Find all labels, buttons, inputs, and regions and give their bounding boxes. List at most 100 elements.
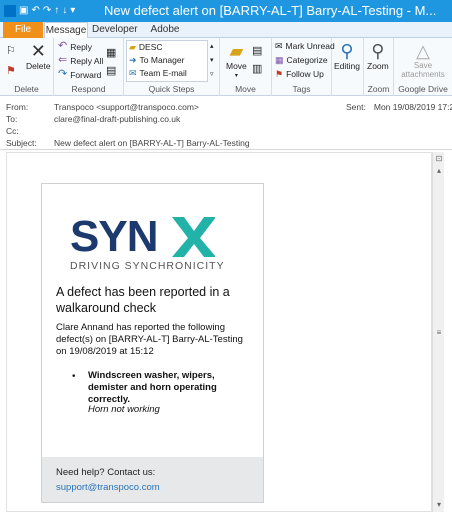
cc-row: Cc: — [6, 126, 54, 136]
reply-button[interactable]: ↶ Reply — [58, 41, 92, 52]
sent-value: Mon 19/08/2019 17:26 — [373, 102, 452, 112]
outlook-app-icon — [4, 5, 16, 17]
move-button[interactable]: ▰ Move ▾ — [226, 42, 247, 79]
vertical-scrollbar[interactable]: ⊡ ▴ ≡ ▾ — [432, 152, 444, 512]
quick-steps-label: Quick Steps — [148, 84, 195, 94]
sent-label: Sent: — [346, 102, 366, 112]
follow-up-label: Follow Up — [286, 69, 324, 79]
move-group-label: Move — [235, 84, 256, 94]
reply-all-icon: ⇐ — [58, 54, 68, 66]
scroll-view-icon[interactable]: ⊡ — [433, 154, 445, 163]
scroll-up-arrow-icon[interactable]: ▴ — [433, 166, 445, 175]
meeting-icon: ▦ — [106, 47, 117, 59]
subject-value: New defect alert on [BARRY-AL-T] Barry-A… — [54, 138, 250, 148]
from-label: From: — [6, 102, 29, 112]
editing-label: Editing — [334, 61, 360, 71]
up-arrow-icon[interactable]: ↑ — [54, 6, 59, 16]
categorize-button[interactable]: ▦ Categorize — [275, 55, 328, 65]
logo-tagline: DRIVING SYNCHRONICITY — [70, 260, 225, 272]
quick-steps-gallery: ▰ DESC ➜ To Manager ✉ Team E-mail — [126, 40, 208, 82]
actions-button[interactable]: ▥ — [252, 64, 262, 75]
quick-steps-group: ▰ DESC ➜ To Manager ✉ Team E-mail ▴ ▾ ▿ Qui… — [124, 38, 220, 96]
cc-label: Cc: — [6, 126, 19, 136]
move-folder-icon: ▰ — [229, 41, 244, 61]
redo-icon[interactable]: ↷ — [43, 6, 51, 16]
ignore-button[interactable]: ⚐ — [6, 46, 16, 57]
footer-help-text: Need help? Contact us: — [56, 467, 156, 478]
categorize-icon: ▦ — [275, 54, 284, 65]
quick-steps-scroll-up[interactable]: ▴ — [210, 42, 214, 50]
delete-button-label: Delete — [26, 61, 51, 71]
ignore-icon: ⚐ — [6, 45, 16, 57]
svg-text:SYN: SYN — [70, 212, 157, 257]
quick-access-toolbar: ▣ ↶ ↷ ↑ ↓ ▾ — [0, 5, 75, 17]
zoom-group: ⚲ Zoom Zoom — [364, 38, 394, 96]
reply-label: Reply — [70, 41, 92, 52]
envelope-icon: ✉ — [275, 40, 283, 51]
move-chevron-icon: ▾ — [234, 73, 238, 79]
save-attachments-button[interactable]: △ Save attachments — [400, 42, 446, 79]
subject-row: Subject: New defect alert on [BARRY-AL-T]… — [6, 138, 250, 148]
email-heading: A defect has been reported in a walkarou… — [56, 285, 230, 315]
to-label: To: — [6, 114, 18, 124]
folder-icon: ▰ — [129, 42, 136, 52]
respond-group-label: Respond — [71, 84, 106, 94]
meeting-button[interactable]: ▦ — [106, 48, 116, 59]
editing-button[interactable]: ⚲ Editing — [334, 42, 360, 71]
team-icon: ✉ — [129, 68, 137, 78]
save-attachments-label: Save attachments — [401, 61, 445, 79]
quick-steps-more[interactable]: ▿ — [210, 70, 214, 78]
editing-group: ⚲ Editing — [332, 38, 364, 96]
bullet-icon: • — [72, 371, 76, 382]
rules-button[interactable]: ▤ — [252, 46, 262, 57]
synx-logo: SYN — [70, 212, 215, 257]
quick-steps-scroll-down[interactable]: ▾ — [210, 56, 214, 64]
to-value[interactable]: clare@final-draft-publishing.co.uk — [54, 114, 180, 124]
quick-step-team-email-label: Team E-mail — [139, 68, 187, 78]
ribbon-tab-row: File Message Developer Adobe PDF — [0, 22, 452, 51]
from-value[interactable]: Transpoco <support@transpoco.com> — [54, 102, 199, 112]
customize-qat-icon[interactable]: ▾ — [70, 6, 75, 16]
tags-group: ✉ Mark Unread ▦ Categorize ⚑ Follow Up Tags — [272, 38, 335, 96]
google-drive-label: Google Drive — [398, 84, 448, 94]
down-arrow-icon[interactable]: ↓ — [62, 6, 67, 16]
forward-label: Forward — [70, 69, 102, 80]
mark-unread-button[interactable]: ✉ Mark Unread — [275, 41, 335, 51]
quick-step-to-manager-label: To Manager — [139, 55, 185, 65]
save-icon[interactable]: ▣ — [19, 6, 28, 16]
more-respond-button[interactable]: ▤ — [106, 66, 116, 77]
delete-button[interactable]: ✕ Delete — [26, 42, 51, 71]
more-respond-icon: ▤ — [106, 65, 117, 77]
junk-button[interactable]: ⚑ — [6, 66, 16, 77]
reply-icon: ↶ — [58, 40, 68, 52]
tab-developer[interactable]: Developer — [92, 22, 138, 38]
tags-group-label: Tags — [292, 84, 311, 94]
window-title: New defect alert on [BARRY-AL-T] Barry-A… — [104, 3, 437, 18]
support-email-link[interactable]: support@transpoco.com — [56, 482, 160, 493]
message-header: From: Transpoco <support@transpoco.com> S… — [0, 96, 452, 150]
quick-step-desc-label: DESC — [138, 42, 163, 52]
magnifier-icon: ⚲ — [371, 41, 385, 61]
undo-icon[interactable]: ↶ — [31, 6, 39, 16]
follow-up-button[interactable]: ⚑ Follow Up — [275, 69, 324, 79]
reply-all-button[interactable]: ⇐ Reply All — [58, 55, 103, 66]
tab-adobe-pdf[interactable]: Adobe PDF — [140, 22, 190, 51]
respond-group: ↶ Reply ⇐ Reply All ↷ Forward ▦ ▤ Respond — [54, 38, 124, 96]
zoom-group-label: Zoom — [367, 84, 390, 94]
quick-step-to-manager[interactable]: ➜ To Manager — [127, 54, 207, 67]
quick-step-desc[interactable]: ▰ DESC — [127, 41, 207, 54]
sent-row: Sent: Mon 19/08/2019 17:26 — [346, 102, 452, 112]
email-footer: Need help? Contact us: support@transpoco… — [42, 457, 263, 502]
scroll-down-arrow-icon[interactable]: ▾ — [433, 500, 445, 509]
tab-file[interactable]: File — [3, 22, 43, 38]
email-card: SYN DRIVING SYNCHRONICITY A defect has b… — [41, 183, 264, 503]
scroll-thumb-grip-icon[interactable]: ≡ — [433, 328, 445, 337]
ribbon: ⚐ ⚑ ✕ Delete Delete ↶ Reply ⇐ Reply All ↷ F… — [0, 38, 452, 96]
forward-button[interactable]: ↷ Forward — [58, 69, 101, 80]
quick-step-team-email[interactable]: ✉ Team E-mail — [127, 67, 207, 80]
zoom-button[interactable]: ⚲ Zoom — [367, 42, 389, 71]
tab-message[interactable]: Message — [44, 22, 88, 39]
subject-label: Subject: — [6, 138, 37, 148]
to-row: To: clare@final-draft-publishing.co.uk — [6, 114, 180, 124]
delete-icon: ✕ — [30, 41, 46, 61]
